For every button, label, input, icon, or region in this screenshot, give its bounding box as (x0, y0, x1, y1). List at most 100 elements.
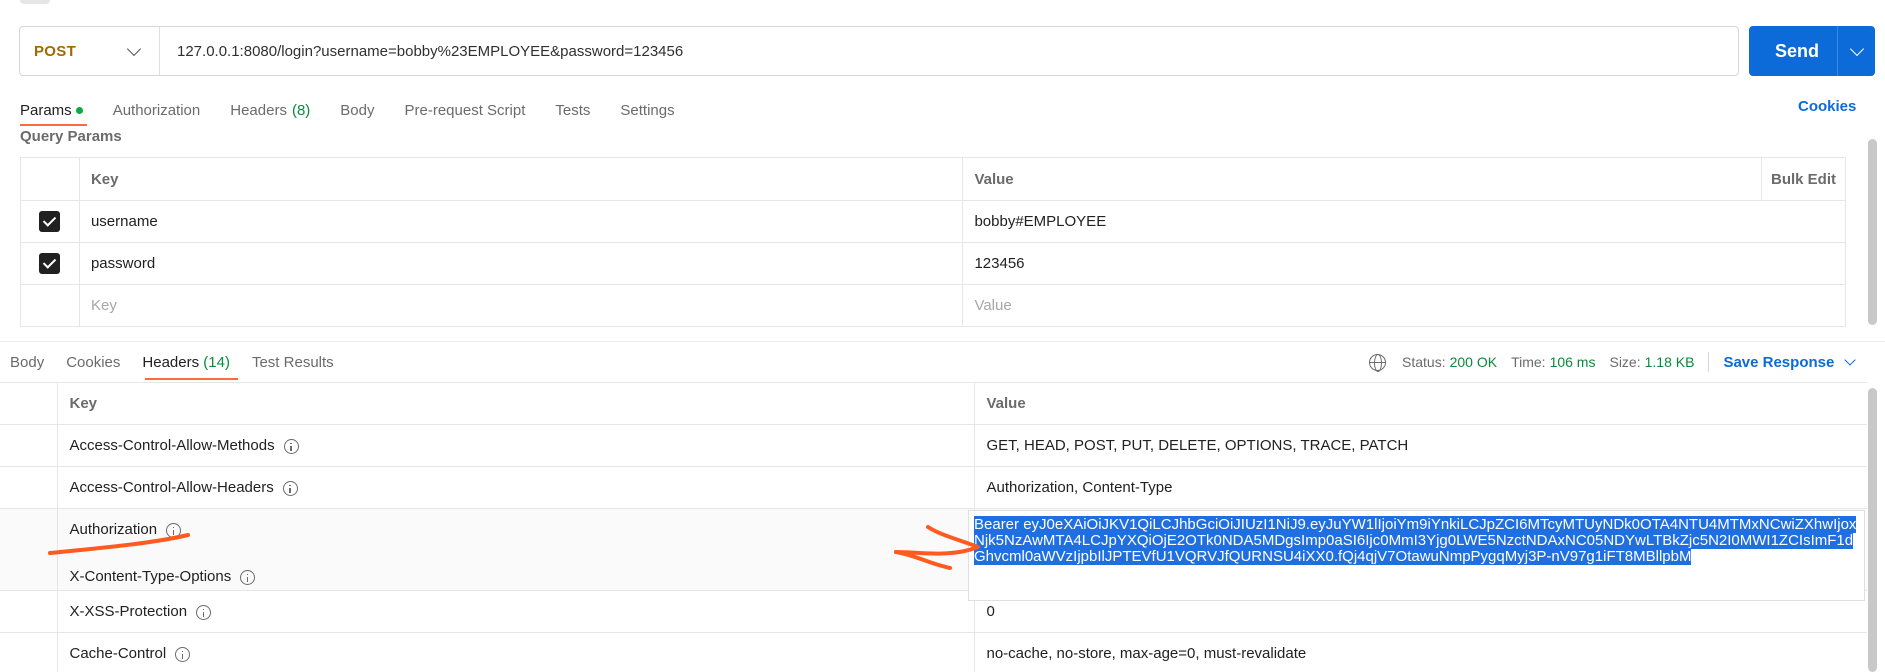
time-value: 106 ms (1549, 354, 1596, 370)
info-icon[interactable] (240, 569, 256, 585)
info-icon[interactable] (282, 480, 298, 496)
checkbox-checked-icon[interactable] (39, 211, 61, 232)
table-row: Access-Control-Allow-Headers Authorizati… (0, 466, 1867, 509)
globe-icon[interactable] (1369, 353, 1386, 372)
tab-label: Test Results (251, 353, 334, 371)
params-scrollbar[interactable] (1868, 139, 1877, 325)
headers-scrollbar[interactable] (1868, 388, 1877, 672)
active-dot-icon (75, 106, 83, 114)
header-key: X-Content-Type-Options (69, 568, 232, 585)
header-key-cell: Access-Control-Allow-Headers (57, 466, 975, 509)
header-value: Authorization, Content-Type (974, 466, 1867, 509)
row-gutter (0, 466, 58, 509)
chevron-down-icon (1844, 353, 1856, 366)
status-info: Status: 200 OK (1402, 354, 1497, 370)
table-row: Key Value (20, 284, 1846, 327)
status-label: Status: (1402, 354, 1446, 370)
header-key: Access-Control-Allow-Methods (69, 437, 275, 454)
chevron-down-icon (126, 41, 142, 56)
save-response-button[interactable]: Save Response (1723, 353, 1856, 371)
response-tabs: Body Cookies Headers (14) Test Results (10, 350, 356, 374)
time-label: Time: (1511, 354, 1546, 370)
header-key-cell: X-XSS-Protection (57, 590, 975, 633)
info-icon[interactable] (196, 604, 212, 620)
tab-label: Pre-request Script (404, 101, 526, 119)
param-key[interactable]: username (78, 200, 964, 243)
tab-test-results[interactable]: Test Results (252, 354, 334, 371)
header-key: Authorization (69, 521, 158, 538)
tab-label: Body (340, 101, 375, 119)
tab-settings[interactable]: Settings (620, 102, 674, 119)
status-value: 200 OK (1449, 354, 1498, 370)
new-value-input[interactable]: Value (962, 284, 1846, 327)
method-select[interactable]: POST (20, 27, 160, 75)
info-icon[interactable] (175, 646, 191, 662)
tab-authorization[interactable]: Authorization (113, 102, 201, 119)
column-header-key: Key (57, 382, 975, 425)
tab-response-body[interactable]: Body (10, 354, 44, 371)
table-row: username bobby#EMPLOYEE (20, 200, 1846, 243)
row-gutter (0, 590, 58, 633)
row-gutter (0, 424, 58, 467)
param-value[interactable]: bobby#EMPLOYEE (962, 200, 1846, 243)
response-meta: Status: 200 OK Time: 106 ms Size: 1.18 KB S… (1369, 350, 1856, 374)
header-key: Cache-Control (69, 645, 167, 662)
row-gutter (0, 632, 58, 672)
send-button[interactable]: Send (1749, 26, 1875, 76)
tab-body[interactable]: Body (340, 102, 374, 119)
table-row: password 123456 (20, 242, 1846, 285)
tab-params[interactable]: Params (20, 102, 83, 119)
tab-pre-request-script[interactable]: Pre-request Script (405, 102, 526, 119)
query-params-table: Key Value Bulk Edit username bobby#EMPLO… (20, 157, 1846, 327)
header-key-cell: Access-Control-Allow-Methods (57, 424, 975, 467)
column-header-value: Value (962, 157, 1763, 201)
tab-count: (8) (291, 101, 311, 119)
param-checkbox-cell (20, 284, 80, 327)
header-key: X-XSS-Protection (69, 603, 188, 620)
query-params-title: Query Params (20, 128, 122, 145)
authorization-token[interactable]: Bearer eyJ0eXAiOiJKV1QiLCJhbGciOiJIUzI1N… (974, 516, 1864, 565)
tab-stub (20, 0, 50, 4)
cookies-link[interactable]: Cookies (1798, 98, 1856, 115)
size-value: 1.18 KB (1644, 354, 1695, 370)
param-key[interactable]: password (78, 242, 964, 285)
size-label: Size: (1609, 354, 1641, 370)
tab-label: Body (10, 353, 45, 371)
param-checkbox-cell (20, 200, 80, 243)
bulk-edit-button[interactable]: Bulk Edit (1761, 157, 1846, 201)
tab-label: Cookies (66, 353, 121, 371)
row-gutter (0, 508, 58, 591)
table-header-row: Key Value Bulk Edit (20, 157, 1846, 201)
header-key-cell: Authorization X-Content-Type-Options (57, 508, 975, 591)
tab-headers[interactable]: Headers (8) (230, 102, 310, 119)
column-header-value: Value (974, 382, 1867, 425)
url-input[interactable]: 127.0.0.1:8080/login?username=bobby%23EM… (160, 43, 683, 60)
tab-response-headers[interactable]: Headers (14) (142, 354, 230, 371)
tab-response-cookies[interactable]: Cookies (66, 354, 120, 371)
info-icon[interactable] (283, 438, 299, 454)
tab-label: Tests (555, 101, 591, 119)
param-value[interactable]: 123456 (962, 242, 1846, 285)
tab-label: Authorization (112, 101, 201, 119)
new-key-input[interactable]: Key (78, 284, 964, 327)
tab-tests[interactable]: Tests (555, 102, 590, 119)
divider (0, 341, 1885, 342)
send-options-button[interactable] (1838, 41, 1875, 56)
table-header-row: Key Value (0, 382, 1867, 425)
table-row: Cache-Control no-cache, no-store, max-ag… (0, 632, 1867, 672)
active-tab-underline (20, 124, 87, 126)
header-key-cell: Cache-Control (57, 632, 975, 672)
selected-token-text: Bearer eyJ0eXAiOiJKV1QiLCJhbGciOiJIUzI1N… (974, 516, 1857, 565)
info-icon[interactable] (166, 522, 182, 538)
header-key: Access-Control-Allow-Headers (69, 479, 274, 496)
tab-label: Params (20, 101, 72, 119)
table-row: Access-Control-Allow-Methods GET, HEAD, … (0, 424, 1867, 467)
checkbox-checked-icon[interactable] (39, 253, 61, 274)
divider (1708, 352, 1710, 372)
time-info: Time: 106 ms (1511, 354, 1595, 370)
chevron-down-icon (1849, 41, 1864, 56)
row-gutter (0, 382, 58, 425)
method-label: POST (34, 42, 77, 60)
request-tabs: Params Authorization Headers (8) Body Pre… (20, 98, 705, 122)
header-value: no-cache, no-store, max-age=0, must-reva… (974, 632, 1867, 672)
